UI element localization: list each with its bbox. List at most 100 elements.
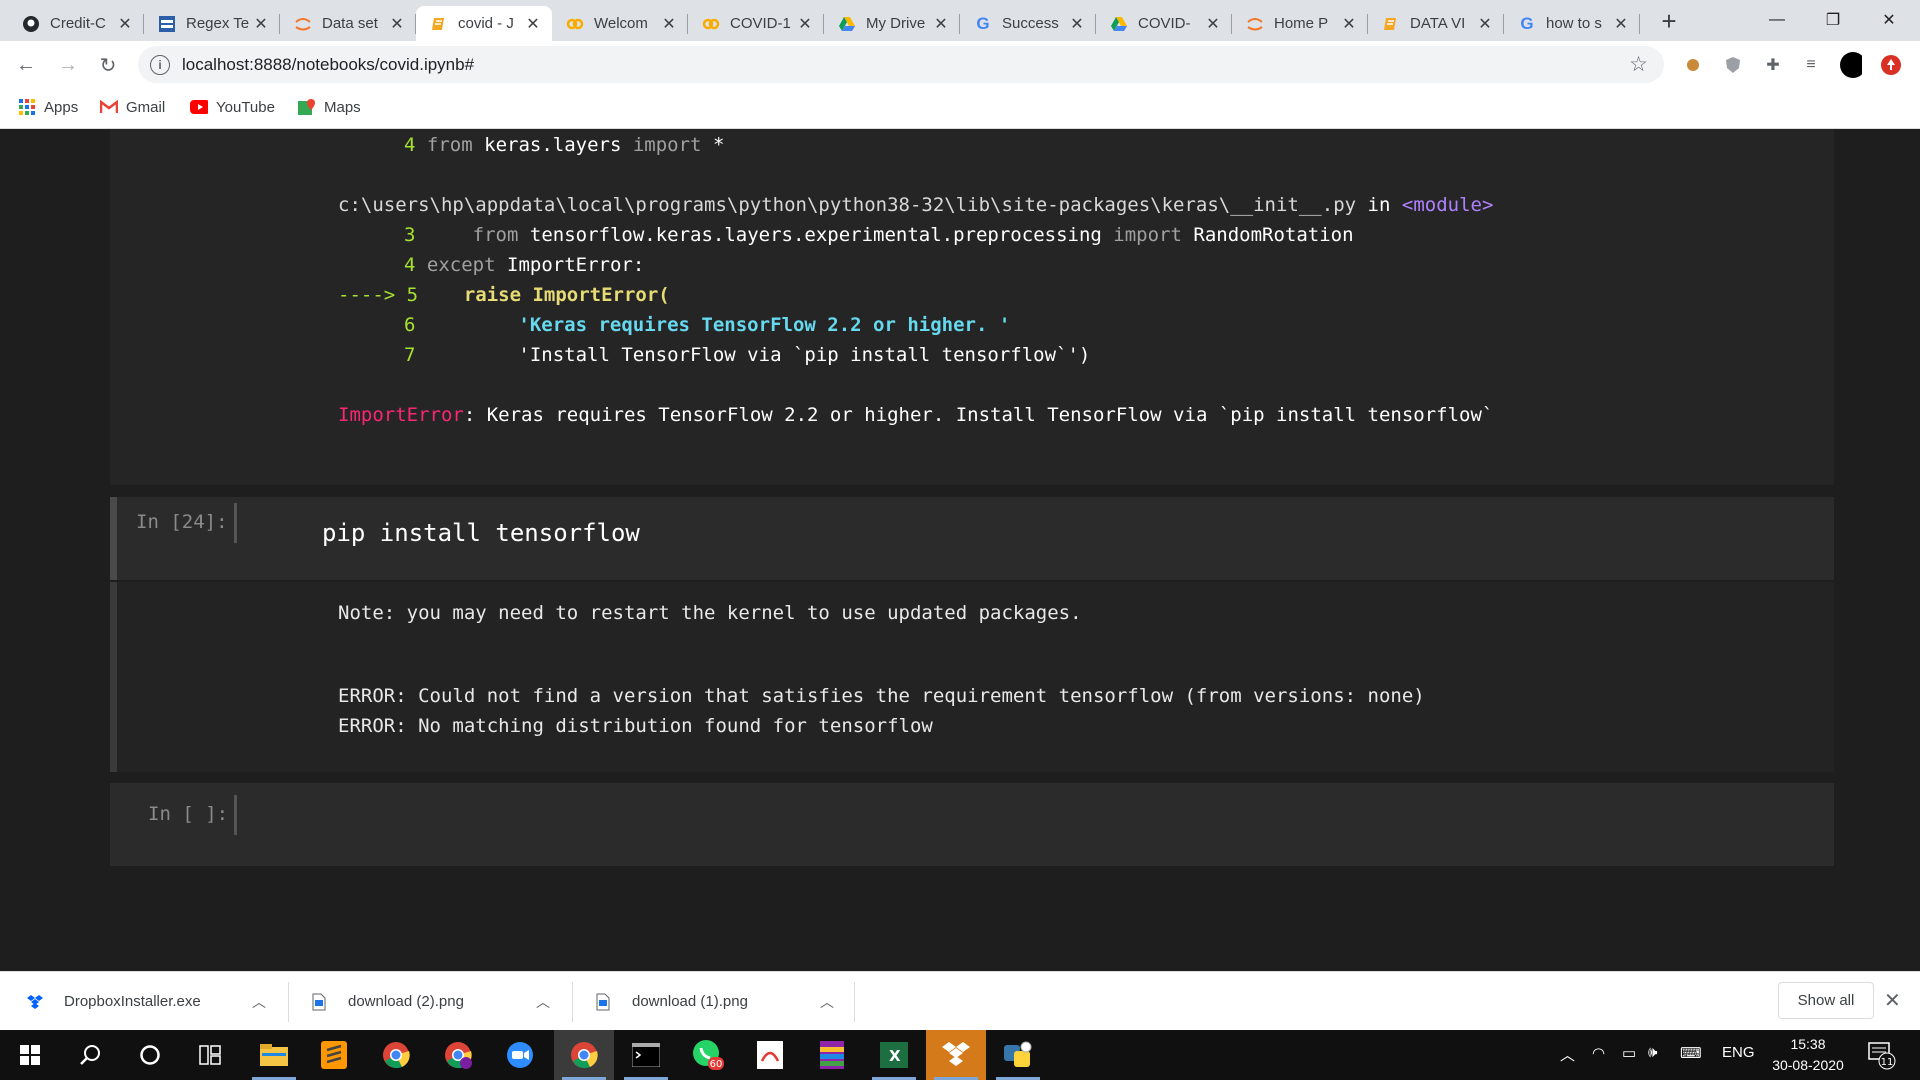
cortana-icon[interactable] — [120, 1030, 180, 1080]
bookmark-apps[interactable]: Apps — [18, 98, 78, 116]
battery-icon[interactable]: ▭ — [1622, 1044, 1636, 1062]
browser-tab[interactable]: My Drive ✕ — [824, 6, 960, 41]
close-tab-icon[interactable]: ✕ — [116, 14, 134, 34]
traceback-line: 7 'Install TensorFlow via `pip install t… — [404, 344, 1091, 366]
puzzle-extensions-icon[interactable]: ✚ — [1762, 54, 1784, 76]
sublime-text-icon[interactable] — [304, 1030, 364, 1080]
whatsapp-icon[interactable]: 60 — [678, 1030, 738, 1080]
browser-tab[interactable]: COVID- ✕ — [1096, 6, 1232, 41]
jupyter-icon — [1246, 15, 1264, 33]
cookie-extension-icon[interactable] — [1682, 54, 1704, 76]
avatar[interactable] — [1840, 52, 1862, 78]
browser-tab[interactable]: G how to s ✕ — [1504, 6, 1640, 41]
empty-code-cell[interactable]: In [ ]: — [110, 783, 1834, 866]
github-icon — [22, 15, 40, 33]
keyboard-icon[interactable]: ⌨ — [1680, 1044, 1702, 1062]
browser-tab[interactable]: DATA VI ✕ — [1368, 6, 1504, 41]
close-tab-icon[interactable]: ✕ — [1204, 14, 1222, 34]
browser-tab[interactable]: COVID-1 ✕ — [688, 6, 824, 41]
close-tab-icon[interactable]: ✕ — [524, 14, 542, 34]
image-file-icon — [594, 993, 612, 1011]
media-controls-icon[interactable]: ≡ — [1800, 54, 1822, 76]
close-tab-icon[interactable]: ✕ — [1476, 14, 1494, 34]
language-indicator[interactable]: ENG — [1722, 1044, 1755, 1061]
volume-icon[interactable]: 🕪 — [1648, 1044, 1657, 1061]
traceback-line: 6 'Keras requires TensorFlow 2.2 or high… — [404, 314, 1011, 336]
minimize-icon[interactable]: — — [1754, 0, 1800, 40]
close-tab-icon[interactable]: ✕ — [932, 14, 950, 34]
show-hidden-icons[interactable]: ︿ — [1560, 1044, 1575, 1065]
close-tab-icon[interactable]: ✕ — [660, 14, 678, 34]
download-item[interactable]: download (1).png ︿ — [594, 972, 854, 1031]
restore-icon[interactable]: ❐ — [1810, 0, 1856, 40]
python-setup-icon[interactable] — [988, 1030, 1048, 1080]
bookmark-gmail[interactable]: Gmail — [100, 98, 165, 116]
output-line: ERROR: No matching distribution found fo… — [338, 715, 933, 737]
close-tab-icon[interactable]: ✕ — [1612, 14, 1630, 34]
browser-tab[interactable]: Data set ✕ — [280, 6, 416, 41]
info-icon[interactable]: i — [150, 54, 170, 75]
notebook-icon — [430, 15, 448, 33]
update-icon[interactable] — [1880, 54, 1902, 76]
close-tab-icon[interactable]: ✕ — [1340, 14, 1358, 34]
google-icon: G — [976, 13, 990, 33]
bookmark-star-icon[interactable]: ☆ — [1629, 52, 1648, 77]
browser-tab[interactable]: Credit-C ✕ — [8, 6, 144, 41]
search-icon[interactable] — [60, 1030, 120, 1080]
shield-extension-icon[interactable] — [1722, 54, 1744, 76]
windows-taskbar: 60 X ︿ ◠ ▭ 🕪 ⌨ ENG 15:38 30-08-2020 11 — [0, 1030, 1920, 1080]
close-window-icon[interactable]: ✕ — [1866, 0, 1912, 40]
terminal-icon[interactable] — [616, 1030, 676, 1080]
bookmark-maps[interactable]: Maps — [298, 98, 361, 116]
traceback-line: 3 from tensorflow.keras.layers.experimen… — [404, 224, 1354, 246]
winrar-icon[interactable] — [802, 1030, 862, 1080]
chrome-profile-icon[interactable] — [428, 1030, 488, 1080]
wifi-icon[interactable]: ◠ — [1592, 1044, 1605, 1062]
cell-code[interactable]: pip install tensorflow — [322, 519, 640, 547]
code-cell[interactable]: In [24]: pip install tensorflow — [110, 497, 1834, 580]
new-tab-button[interactable]: + — [1654, 8, 1684, 36]
close-tab-icon[interactable]: ✕ — [796, 14, 814, 34]
start-button[interactable] — [0, 1030, 60, 1080]
chrome-active-icon[interactable] — [554, 1030, 614, 1080]
close-tab-icon[interactable]: ✕ — [252, 14, 270, 34]
chevron-up-icon[interactable]: ︿ — [820, 992, 834, 1012]
clock[interactable]: 15:38 30-08-2020 — [1766, 1034, 1850, 1076]
forward-icon[interactable]: → — [54, 51, 82, 79]
browser-tab-active[interactable]: covid - J ✕ — [416, 6, 552, 41]
back-icon[interactable]: ← — [12, 51, 40, 79]
browser-tab[interactable]: Welcom ✕ — [552, 6, 688, 41]
show-all-button[interactable]: Show all — [1778, 982, 1874, 1019]
task-view-icon[interactable] — [180, 1030, 240, 1080]
download-item[interactable]: DropboxInstaller.exe ︿ — [26, 972, 286, 1031]
url-text[interactable]: localhost:8888/notebooks/covid.ipynb# — [182, 55, 474, 75]
browser-tab[interactable]: Regex Te ✕ — [144, 6, 280, 41]
reload-icon[interactable]: ↻ — [94, 51, 122, 79]
file-explorer-icon[interactable] — [244, 1030, 304, 1080]
close-tab-icon[interactable]: ✕ — [1068, 14, 1086, 34]
download-item[interactable]: download (2).png ︿ — [310, 972, 570, 1031]
maps-icon — [298, 98, 316, 116]
browser-toolbar: ← → ↻ i localhost:8888/notebooks/covid.i… — [0, 41, 1920, 88]
dropbox-installer-icon[interactable] — [926, 1030, 986, 1080]
browser-tab[interactable]: Home P ✕ — [1232, 6, 1368, 41]
svg-text:X: X — [889, 1047, 901, 1065]
notifications-icon[interactable]: 11 — [1866, 1040, 1896, 1074]
chrome-icon[interactable] — [366, 1030, 426, 1080]
drive-icon — [1110, 15, 1128, 33]
pdf-reader-icon[interactable] — [740, 1030, 800, 1080]
cell-prompt: In [24]: — [136, 511, 228, 533]
close-downloads-icon[interactable]: ✕ — [1884, 988, 1901, 1013]
youtube-icon — [190, 98, 208, 116]
jupyter-icon — [294, 15, 312, 33]
address-bar[interactable]: i localhost:8888/notebooks/covid.ipynb# … — [138, 46, 1664, 83]
browser-tab[interactable]: G Success ✕ — [960, 6, 1096, 41]
bookmark-youtube[interactable]: YouTube — [190, 98, 275, 116]
excel-icon[interactable]: X — [864, 1030, 924, 1080]
close-tab-icon[interactable]: ✕ — [388, 14, 406, 34]
traceback-path: c:\users\hp\appdata\local\programs\pytho… — [338, 194, 1494, 216]
chevron-up-icon[interactable]: ︿ — [252, 992, 266, 1012]
zoom-icon[interactable] — [490, 1030, 550, 1080]
chevron-up-icon[interactable]: ︿ — [536, 992, 550, 1012]
bookmarks-bar: Apps Gmail YouTube Maps — [0, 88, 1920, 129]
